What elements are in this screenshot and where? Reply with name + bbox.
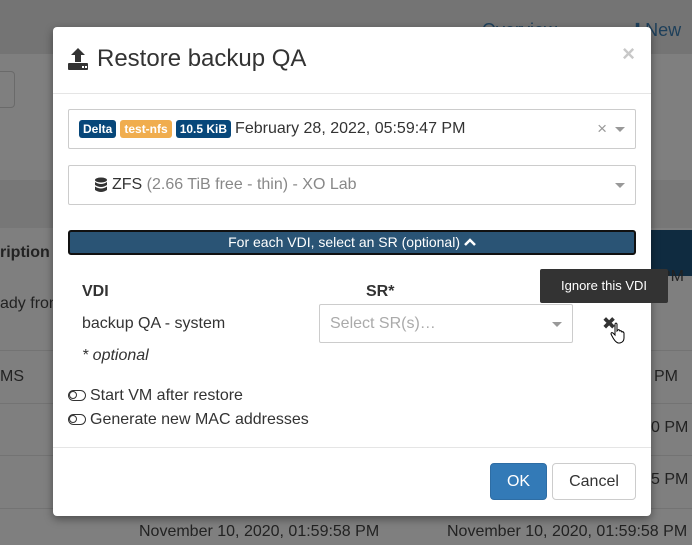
chevron-down-icon[interactable] bbox=[615, 127, 625, 132]
vdi-sr-toggle-button[interactable]: For each VDI, select an SR (optional) bbox=[68, 230, 636, 255]
backup-select[interactable]: Delta test-nfs 10.5 KiB February 28, 202… bbox=[68, 109, 636, 149]
col-vdi-header: VDI bbox=[82, 283, 109, 300]
mode-badge: Delta bbox=[79, 120, 117, 138]
new-mac-label: Generate new MAC addresses bbox=[90, 411, 309, 428]
database-icon bbox=[95, 177, 107, 192]
bg-date: November 10, 2020, 01:59:58 PM bbox=[447, 523, 688, 540]
chevron-up-icon bbox=[464, 238, 476, 246]
chevron-down-icon[interactable] bbox=[615, 183, 625, 188]
background-input bbox=[0, 71, 15, 108]
sr-placeholder: Select SR(s)… bbox=[330, 314, 436, 332]
col-sr-header: SR* bbox=[366, 283, 395, 300]
clear-icon[interactable]: × bbox=[597, 119, 607, 139]
start-vm-label: Start VM after restore bbox=[90, 387, 243, 404]
hand-cursor-icon bbox=[610, 322, 625, 344]
toggle-icon[interactable] bbox=[68, 390, 86, 401]
bg-time: 0 PM bbox=[651, 419, 689, 436]
bg-col-description: ription bbox=[0, 244, 50, 261]
close-button[interactable]: × bbox=[622, 41, 635, 67]
upload-icon bbox=[68, 48, 88, 70]
cancel-button[interactable]: Cancel bbox=[552, 463, 636, 500]
bg-time: PM bbox=[654, 368, 678, 385]
ignore-vdi-tooltip: Ignore this VDI bbox=[540, 269, 668, 303]
modal-title: Restore backup QA bbox=[97, 45, 307, 72]
remote-badge: test-nfs bbox=[120, 120, 172, 138]
bg-row-text: MS bbox=[0, 368, 24, 385]
chevron-down-icon[interactable] bbox=[552, 322, 562, 327]
toggle-icon[interactable] bbox=[68, 414, 86, 425]
start-vm-toggle[interactable]: Start VM after restore bbox=[68, 387, 243, 405]
bg-date: November 10, 2020, 01:59:58 PM bbox=[139, 523, 380, 540]
sr-select[interactable]: ZFS (2.66 TiB free - thin) - XO Lab bbox=[68, 165, 636, 205]
new-mac-toggle[interactable]: Generate new MAC addresses bbox=[68, 411, 309, 429]
sr-detail: (2.66 TiB free - thin) - XO Lab bbox=[146, 176, 357, 193]
modal-header: Restore backup QA × bbox=[53, 27, 651, 94]
size-badge: 10.5 KiB bbox=[175, 120, 232, 138]
sr-per-vdi-select[interactable]: Select SR(s)… bbox=[319, 304, 573, 343]
vdi-name: backup QA - system bbox=[82, 315, 226, 332]
modal-footer-divider bbox=[53, 447, 651, 448]
bg-time: 5 PM bbox=[651, 471, 689, 488]
sr-name: ZFS bbox=[112, 176, 143, 193]
backup-date: February 28, 2022, 05:59:47 PM bbox=[235, 120, 466, 137]
vdi-sr-toggle-label: For each VDI, select an SR (optional) bbox=[228, 234, 460, 250]
ok-button[interactable]: OK bbox=[490, 463, 547, 500]
optional-note: * optional bbox=[82, 347, 149, 364]
